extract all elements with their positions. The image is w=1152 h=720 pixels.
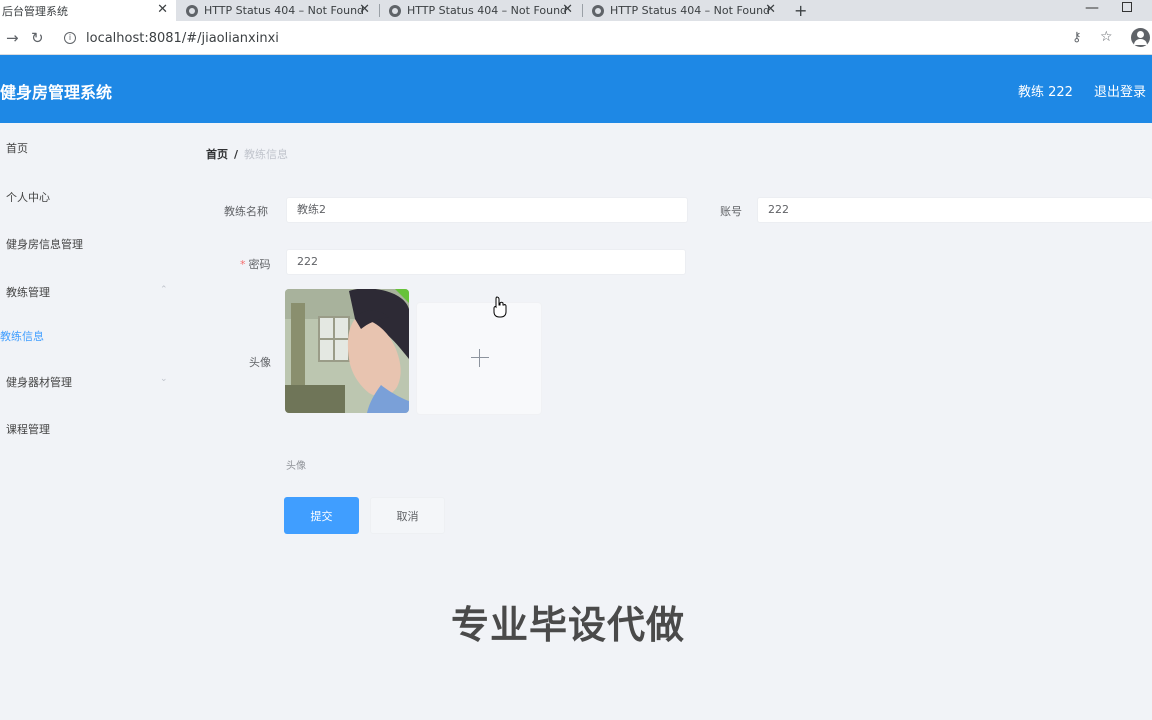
logout-link[interactable]: 退出登录 <box>1094 81 1146 100</box>
watermark-text: 专业毕设代做 <box>451 603 686 647</box>
password-input[interactable]: 222 <box>286 249 686 275</box>
close-icon[interactable]: ✕ <box>562 2 573 17</box>
globe-icon <box>389 4 401 17</box>
app-header: 健身房管理系统 教练 222 退出登录 <box>0 55 1152 123</box>
sidebar-item-course[interactable]: 课程管理 <box>6 421 50 437</box>
maximize-icon[interactable] <box>1122 2 1132 12</box>
globe-icon <box>592 4 604 17</box>
sidebar-item-profile[interactable]: 个人中心 <box>6 189 50 205</box>
avatar-hint: 头像 <box>286 461 306 472</box>
sidebar-item-coach-manage[interactable]: 教练管理 <box>6 284 50 300</box>
browser-tab[interactable]: HTTP Status 404 – Not Found ✕ <box>584 0 784 21</box>
reload-icon[interactable]: ↻ <box>31 29 44 47</box>
info-icon[interactable]: i <box>64 32 76 44</box>
app-title: 健身房管理系统 <box>0 83 113 102</box>
required-asterisk: * <box>240 258 246 271</box>
browser-tab-active[interactable]: 后台管理系统 ✕ <box>0 0 176 21</box>
avatar-upload-button[interactable] <box>416 302 542 415</box>
user-label: 教练 222 <box>1018 85 1073 100</box>
breadcrumb-current: 教练信息 <box>244 148 289 161</box>
star-icon[interactable]: ☆ <box>1100 29 1113 45</box>
avatar-label: 头像 <box>249 356 271 369</box>
new-tab-icon[interactable]: + <box>794 0 807 21</box>
minimize-icon[interactable]: — <box>1085 0 1099 16</box>
upload-success-badge <box>395 289 409 303</box>
close-icon[interactable]: ✕ <box>765 2 776 17</box>
close-icon[interactable]: ✕ <box>359 2 370 17</box>
submit-button[interactable]: 提交 <box>284 497 359 534</box>
sidebar-item-equipment[interactable]: 健身器材管理 <box>6 374 72 390</box>
sidebar-item-gym-info[interactable]: 健身房信息管理 <box>6 236 83 252</box>
globe-icon <box>186 4 198 17</box>
sidebar: 首页 个人中心 健身房信息管理 教练管理 ⌃ 教练信息 健身器材管理 ⌄ 课程管… <box>0 123 178 720</box>
tab-title: HTTP Status 404 – Not Found <box>204 4 365 17</box>
address-bar: → ↻ i localhost:8081/#/jiaolianxinxi ⚷ ☆ <box>0 21 1152 55</box>
profile-icon[interactable] <box>1131 28 1150 47</box>
tab-title: HTTP Status 404 – Not Found <box>407 4 568 17</box>
browser-tab-bar: 后台管理系统 ✕ HTTP Status 404 – Not Found ✕ H… <box>0 0 1152 21</box>
password-label: * 密码 <box>240 256 271 272</box>
avatar-image <box>285 289 409 413</box>
account-input[interactable]: 222 <box>757 197 1152 223</box>
plus-icon <box>471 349 489 367</box>
browser-tab[interactable]: HTTP Status 404 – Not Found ✕ <box>381 0 581 21</box>
sidebar-item-coach-info[interactable]: 教练信息 <box>0 328 44 344</box>
browser-tab[interactable]: HTTP Status 404 – Not Found ✕ <box>178 0 378 21</box>
breadcrumb-home[interactable]: 首页 <box>206 148 228 161</box>
coach-name-input[interactable]: 教练2 <box>286 197 688 223</box>
account-label: 账号 <box>720 205 742 218</box>
sidebar-item-home[interactable]: 首页 <box>6 140 28 156</box>
url-field[interactable]: localhost:8081/#/jiaolianxinxi <box>86 31 279 46</box>
breadcrumb: 首页 / 教练信息 <box>206 146 288 162</box>
chevron-up-icon: ⌃ <box>160 285 168 295</box>
hand-cursor-icon <box>493 296 507 318</box>
tab-title: HTTP Status 404 – Not Found <box>610 4 771 17</box>
key-icon[interactable]: ⚷ <box>1072 30 1082 45</box>
password-label-text: 密码 <box>248 258 271 271</box>
chevron-down-icon: ⌄ <box>160 374 168 384</box>
tab-title: 后台管理系统 <box>2 4 68 18</box>
cancel-button[interactable]: 取消 <box>370 497 445 534</box>
tab-separator <box>582 4 583 17</box>
tab-separator <box>379 4 380 17</box>
avatar-thumbnail[interactable] <box>285 289 409 413</box>
forward-arrow-icon[interactable]: → <box>6 29 19 47</box>
name-label: 教练名称 <box>224 205 268 218</box>
close-icon[interactable]: ✕ <box>157 2 168 17</box>
breadcrumb-separator: / <box>234 148 239 161</box>
